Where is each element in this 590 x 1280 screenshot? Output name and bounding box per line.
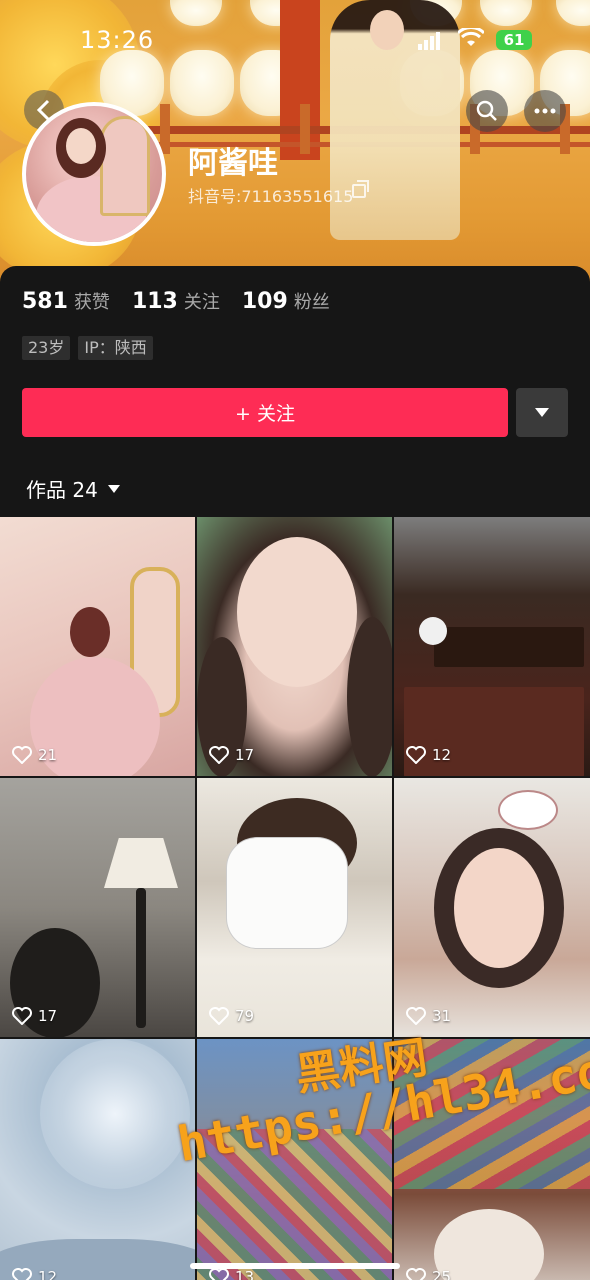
heart-icon <box>12 1007 32 1025</box>
stat-likes-label: 获赞 <box>73 292 110 313</box>
video-thumbnail[interactable]: 25 <box>394 1039 590 1280</box>
stat-likes-count: 581 <box>22 289 68 314</box>
home-indicator[interactable] <box>190 1263 400 1269</box>
copy-icon[interactable] <box>352 180 369 198</box>
like-count: 31 <box>406 1007 451 1025</box>
like-count-value: 12 <box>38 1268 58 1280</box>
like-count-value: 17 <box>38 1007 58 1025</box>
stat-followers[interactable]: 109 粉丝 <box>242 288 330 314</box>
stat-likes[interactable]: 581 获赞 <box>22 288 110 314</box>
like-count-value: 79 <box>235 1007 255 1025</box>
wifi-icon <box>456 26 486 54</box>
like-count-value: 17 <box>235 746 255 764</box>
video-thumbnail[interactable]: 12 <box>394 517 590 776</box>
douyin-id: 抖音号:71163551615 <box>188 187 354 206</box>
ip-location-tag: IP：陕西 <box>78 336 153 360</box>
caret-down-icon <box>107 484 120 493</box>
stat-followers-count: 109 <box>241 289 288 314</box>
profile-name: 阿酱哇 <box>188 146 278 181</box>
video-thumbnail[interactable]: 21 <box>0 517 195 776</box>
like-count: 25 <box>406 1268 451 1280</box>
like-count-value: 12 <box>432 746 452 764</box>
like-count-value: 21 <box>38 746 58 764</box>
tab-works-label: 作品 24 <box>26 478 98 502</box>
like-count-value: 25 <box>432 1268 452 1280</box>
stat-following-count: 113 <box>131 289 178 314</box>
heart-icon <box>406 746 426 764</box>
heart-icon <box>406 1268 426 1280</box>
avatar[interactable] <box>22 102 166 246</box>
more-options-button[interactable] <box>524 90 566 132</box>
cellular-signal-icon <box>418 32 446 55</box>
profile-page: 13:26 61 阿酱哇 抖音号:71163551615 581 获赞 113 … <box>0 0 590 1280</box>
like-count-value: 13 <box>235 1268 255 1280</box>
video-thumbnail[interactable]: 31 <box>394 778 590 1037</box>
heart-icon <box>209 1268 229 1280</box>
profile-stats: 581 获赞 113 关注 109 粉丝 <box>22 288 330 314</box>
like-count: 79 <box>209 1007 254 1025</box>
like-count: 12 <box>12 1268 57 1280</box>
video-thumbnail[interactable]: 13 <box>197 1039 392 1280</box>
caret-down-icon <box>535 407 549 417</box>
follow-button[interactable]: + 关注 <box>22 388 508 437</box>
status-bar: 13:26 61 <box>0 24 590 60</box>
stat-following-label: 关注 <box>183 292 220 313</box>
search-icon <box>476 100 497 121</box>
status-time: 13:26 <box>80 26 155 54</box>
heart-icon <box>406 1007 426 1025</box>
battery-icon: 61 <box>496 30 532 50</box>
search-button[interactable] <box>466 90 508 132</box>
like-count: 13 <box>209 1268 254 1280</box>
more-dots-icon <box>534 108 556 114</box>
stat-followers-label: 粉丝 <box>293 292 330 313</box>
heart-icon <box>12 1268 32 1280</box>
heart-icon <box>209 1007 229 1025</box>
tab-works[interactable]: 作品 24 <box>26 474 120 503</box>
video-thumbnail[interactable]: 79 <box>197 778 392 1037</box>
video-thumbnail[interactable]: 17 <box>197 517 392 776</box>
like-count: 17 <box>12 1007 57 1025</box>
video-thumbnail[interactable]: 12 <box>0 1039 195 1280</box>
like-count: 21 <box>12 746 57 764</box>
follow-dropdown-button[interactable] <box>516 388 568 437</box>
like-count: 12 <box>406 746 451 764</box>
heart-icon <box>12 746 32 764</box>
like-count: 17 <box>209 746 254 764</box>
video-thumbnail[interactable]: 17 <box>0 778 195 1037</box>
like-count-value: 31 <box>432 1007 452 1025</box>
heart-icon <box>209 746 229 764</box>
age-tag: 23岁 <box>22 336 71 360</box>
stat-following[interactable]: 113 关注 <box>132 288 220 314</box>
profile-tags: 23岁 IP：陕西 <box>22 336 153 360</box>
video-grid: 21 17 12 17 79 31 12 13 25 <box>0 517 590 1280</box>
